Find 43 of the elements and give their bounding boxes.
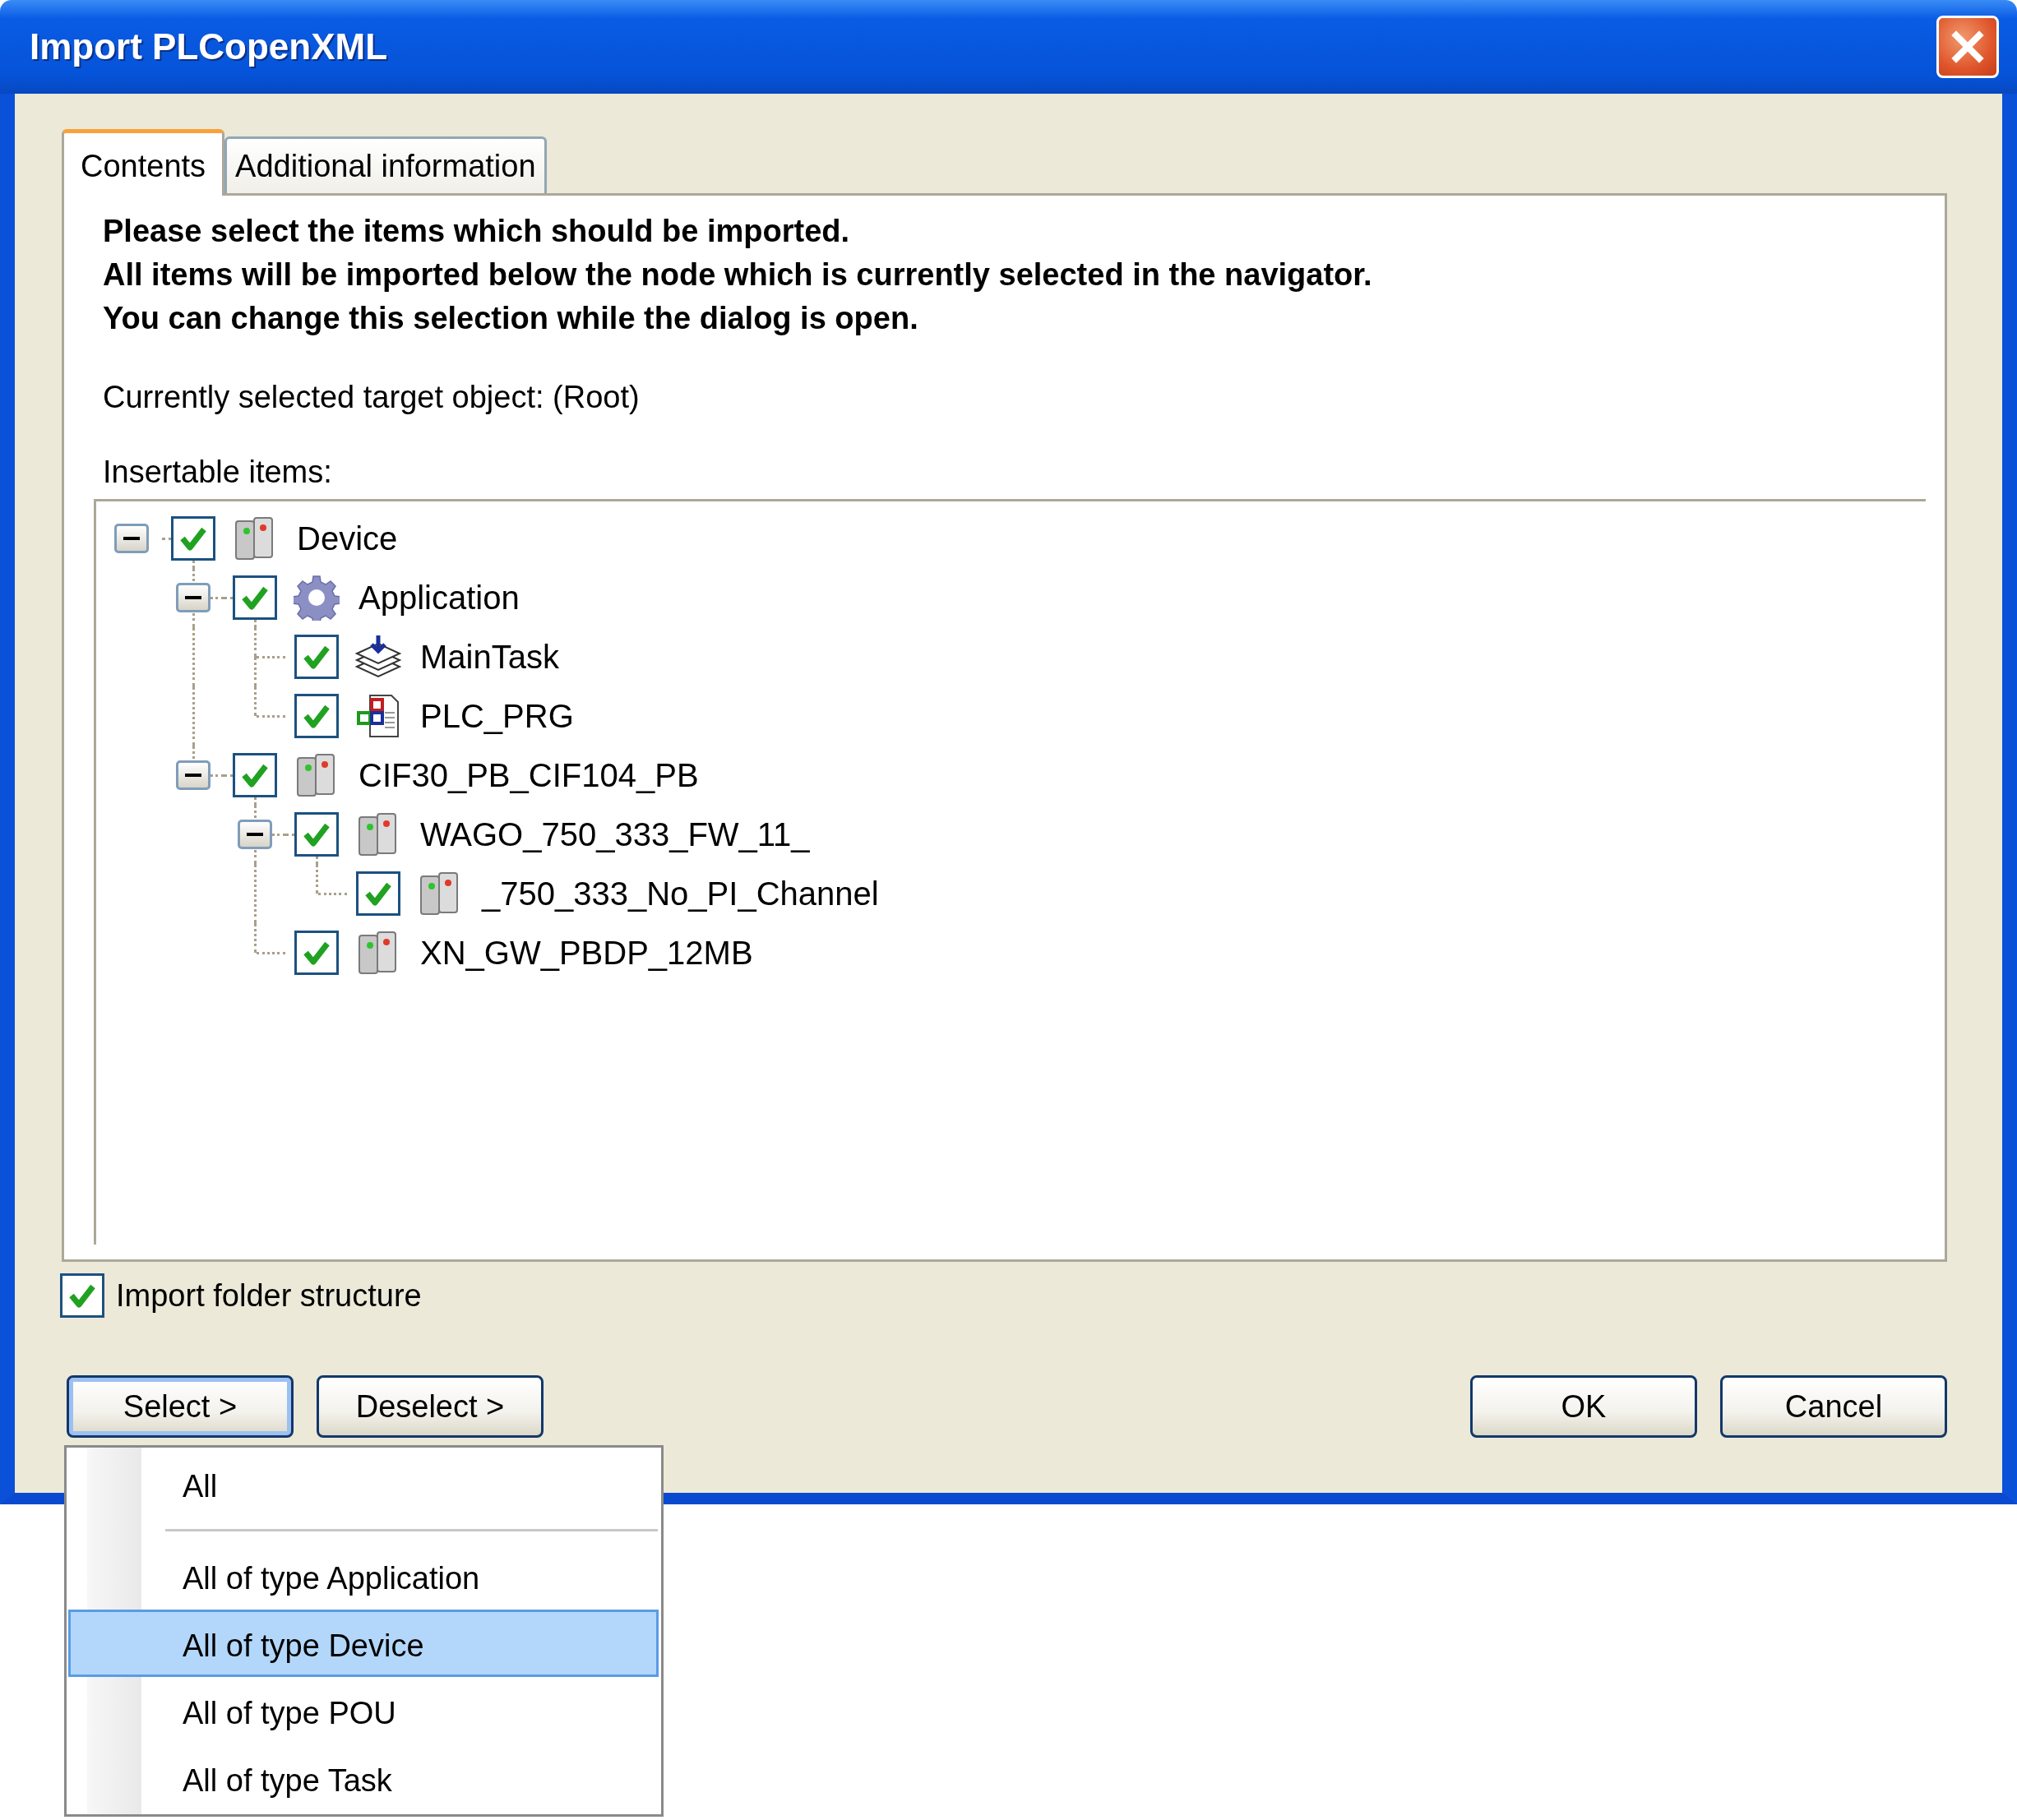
instruction-text: You can change this selection while the dialog is open.: [103, 300, 919, 337]
instruction-text: All items will be imported below the node which is currently selected in the navigator.: [103, 256, 1373, 293]
dialog-button[interactable]: Cancel: [1720, 1375, 1947, 1438]
collapse-toggle[interactable]: [113, 524, 149, 553]
menu-item[interactable]: All: [68, 1450, 659, 1517]
window-title: Import PLCopenXML: [30, 26, 388, 67]
tab[interactable]: Additional information: [224, 136, 547, 193]
checkbox[interactable]: [232, 753, 277, 797]
checkbox[interactable]: [294, 812, 339, 857]
checkbox[interactable]: [294, 931, 339, 975]
checkbox[interactable]: [170, 516, 215, 561]
target-object-label: Currently selected target object: (Root): [103, 379, 641, 416]
menu-item[interactable]: All of type Task: [68, 1744, 659, 1812]
dialog-button[interactable]: Select >: [67, 1375, 294, 1438]
instruction-text: Please select the items which should be imported.: [103, 213, 851, 250]
tree-heading: Insertable items:: [103, 454, 333, 491]
tree-item[interactable]: Device: [297, 520, 398, 557]
collapse-toggle[interactable]: [175, 760, 210, 790]
checkbox[interactable]: [294, 694, 339, 738]
menu-item[interactable]: All of type POU: [68, 1677, 659, 1744]
menu-item[interactable]: All of type Device: [68, 1610, 659, 1677]
checkbox[interactable]: [232, 575, 277, 620]
tree-item[interactable]: PLC_PRG: [420, 697, 574, 735]
tree-item[interactable]: _750_333_No_PI_Channel: [482, 875, 879, 912]
tree-item[interactable]: CIF30_PB_CIF104_PB: [359, 756, 699, 794]
tree-item[interactable]: XN_GW_PBDP_12MB: [420, 934, 753, 972]
program-icon: [354, 693, 401, 739]
collapse-toggle[interactable]: [175, 583, 210, 612]
tree-item[interactable]: WAGO_750_333_FW_11_: [420, 815, 810, 853]
tree-item[interactable]: MainTask: [420, 638, 559, 676]
checkbox[interactable]: [60, 1273, 104, 1318]
menu-item[interactable]: All of type Application: [68, 1542, 659, 1610]
collapse-toggle[interactable]: [237, 820, 272, 849]
tree-item[interactable]: Application: [359, 579, 520, 617]
checkbox[interactable]: [355, 871, 400, 916]
checkbox[interactable]: [294, 635, 339, 679]
dialog-button[interactable]: Deselect >: [317, 1375, 544, 1438]
close-icon: [1950, 29, 1986, 65]
dialog-button[interactable]: OK: [1470, 1375, 1697, 1438]
close-button[interactable]: [1936, 16, 1999, 78]
checkbox-label: Import folder structure: [116, 1277, 422, 1314]
gear-icon: [293, 575, 340, 621]
tab[interactable]: Contents: [62, 129, 225, 196]
